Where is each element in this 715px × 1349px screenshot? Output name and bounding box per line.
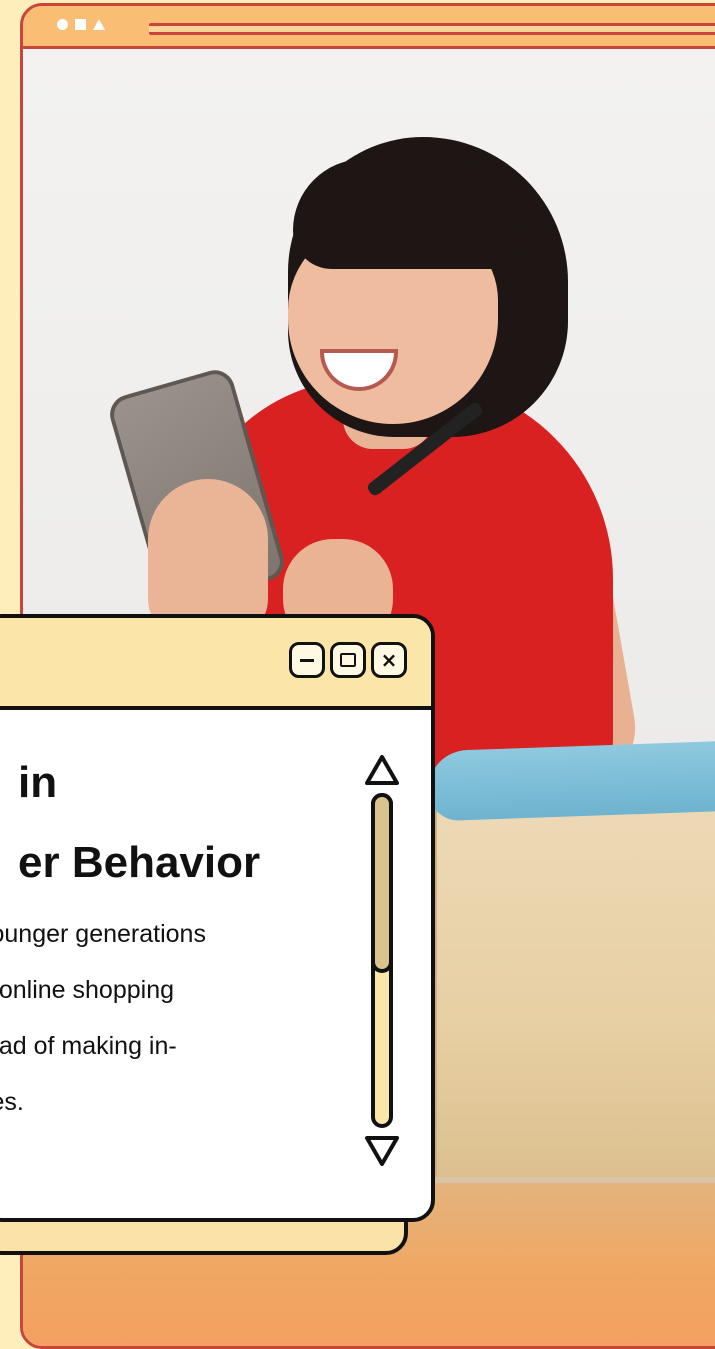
circle-icon[interactable]	[57, 19, 68, 30]
window-controls: ×	[289, 642, 407, 678]
popup-window: × in er Behavior younger generations o o…	[0, 614, 435, 1222]
minimize-icon	[300, 658, 314, 662]
window-titlebar[interactable]: ×	[0, 618, 431, 710]
window-heading-line-2: er Behavior	[18, 838, 261, 887]
scrollbar-thumb[interactable]	[371, 793, 393, 973]
address-bar[interactable]	[149, 23, 715, 35]
body-line: o online shopping	[0, 976, 174, 1004]
triangle-up-icon[interactable]	[364, 754, 400, 786]
body-line: ses.	[0, 1088, 24, 1116]
minimize-button[interactable]	[289, 642, 325, 678]
close-icon: ×	[380, 648, 398, 672]
triangle-down-icon[interactable]	[364, 1135, 400, 1167]
body-line: tead of making in-	[0, 1032, 177, 1060]
close-button[interactable]: ×	[371, 642, 407, 678]
scrollbar-track[interactable]	[371, 793, 393, 1128]
maximize-button[interactable]	[330, 642, 366, 678]
body-line: younger generations	[0, 920, 206, 948]
triangle-icon[interactable]	[93, 19, 105, 30]
browser-toolbar	[23, 6, 715, 49]
maximize-icon	[340, 653, 356, 667]
square-icon[interactable]	[75, 19, 86, 30]
browser-window-dots	[57, 19, 105, 30]
photo-cardboard-box	[435, 807, 715, 1177]
photo-folded-shirt	[426, 740, 715, 822]
window-heading-line-1: in	[18, 758, 58, 807]
photo-bangs	[293, 159, 513, 269]
window-content: in er Behavior younger generations o onl…	[0, 710, 431, 1218]
window-body-text: younger generations o online shopping te…	[0, 906, 338, 1130]
